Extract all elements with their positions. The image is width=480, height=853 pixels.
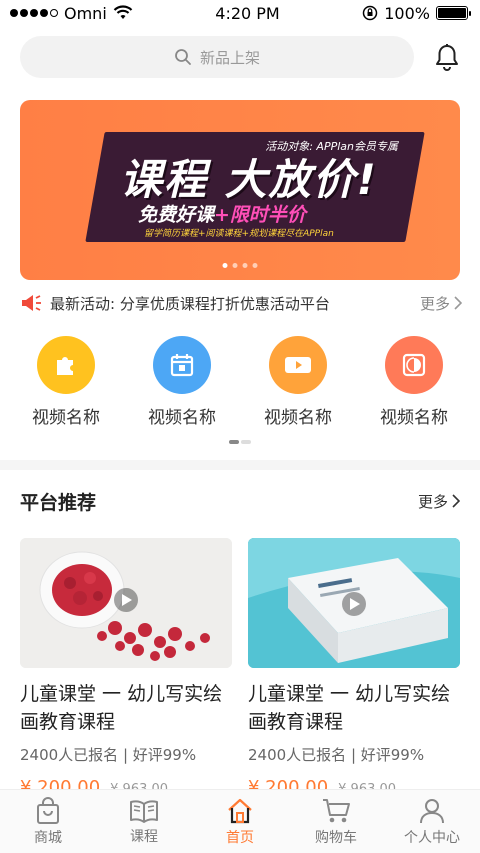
home-icon bbox=[228, 798, 252, 823]
megaphone-icon bbox=[20, 294, 42, 312]
wifi-icon bbox=[113, 5, 133, 19]
cart-icon bbox=[323, 798, 350, 822]
tab-label: 商城 bbox=[34, 829, 62, 846]
tab-cart[interactable]: 购物车 bbox=[288, 790, 384, 853]
course-card[interactable]: 儿童课堂 一 幼儿写实绘画教育课程 2400人已报名 | 好评99% ¥ 200… bbox=[248, 538, 460, 798]
course-card[interactable]: 儿童课堂 一 幼儿写实绘画教育课程 2400人已报名 | 好评99% ¥ 200… bbox=[20, 538, 232, 798]
search-placeholder: 新品上架 bbox=[199, 48, 260, 67]
carrier-label: Omni bbox=[64, 3, 107, 23]
bell-icon bbox=[436, 44, 458, 71]
course-title: 儿童课堂 一 幼儿写实绘画教育课程 bbox=[20, 683, 223, 733]
banner-dot[interactable] bbox=[232, 263, 238, 268]
user-icon bbox=[420, 798, 444, 823]
category-item[interactable]: 视频名称 bbox=[246, 336, 350, 428]
course-title: 儿童课堂 一 幼儿写实绘画教育课程 bbox=[248, 683, 451, 733]
recommend-header: 平台推荐 更多 bbox=[0, 476, 480, 526]
orientation-lock-icon bbox=[362, 5, 378, 21]
indicator-inactive bbox=[241, 440, 251, 444]
category-grid: 视频名称 视频名称 视频名称 视频名称 bbox=[0, 326, 480, 428]
contrast-icon bbox=[385, 336, 443, 394]
recommend-more-link[interactable]: 更多 bbox=[418, 491, 460, 512]
banner-title: 课程 大放价! bbox=[120, 155, 378, 204]
banner-subtitle-part2: +限时半价 bbox=[214, 204, 306, 226]
notice-more-link[interactable]: 更多 bbox=[420, 293, 462, 314]
calendar-icon bbox=[153, 336, 211, 394]
tab-home[interactable]: 首页 bbox=[192, 790, 288, 853]
book-icon bbox=[130, 799, 158, 823]
category-label: 视频名称 bbox=[380, 408, 448, 428]
banner-detail: 留学简历课程+阅读课程+规划课程尽在APPlan bbox=[144, 229, 334, 239]
video-camera-icon bbox=[269, 336, 327, 394]
course-meta: 2400人已报名 | 好评99% bbox=[20, 746, 197, 764]
tab-bar: 商城 课程 首页 购物车 个人中心 bbox=[0, 789, 480, 853]
section-divider bbox=[0, 460, 480, 470]
shopping-bag-icon bbox=[37, 796, 59, 824]
recommend-title: 平台推荐 bbox=[20, 491, 97, 514]
banner-subtitle-part1: 免费好课 bbox=[138, 204, 215, 226]
category-item[interactable]: 视频名称 bbox=[14, 336, 118, 428]
chevron-right-icon bbox=[454, 296, 462, 310]
signal-icon bbox=[10, 9, 58, 17]
course-thumbnail[interactable] bbox=[20, 538, 232, 668]
course-meta: 2400人已报名 | 好评99% bbox=[248, 746, 425, 764]
puzzle-icon bbox=[37, 336, 95, 394]
status-left: Omni bbox=[10, 4, 133, 23]
status-bar: Omni 4:20 PM 100% bbox=[0, 0, 480, 26]
indicator-active bbox=[229, 440, 239, 444]
search-row: 新品上架 bbox=[0, 26, 480, 82]
status-time: 4:20 PM bbox=[215, 3, 280, 23]
category-label: 视频名称 bbox=[264, 408, 332, 428]
battery-percent: 100% bbox=[384, 3, 430, 23]
tab-mall[interactable]: 商城 bbox=[0, 790, 96, 853]
search-icon bbox=[175, 49, 191, 65]
product-box-image bbox=[248, 538, 460, 668]
banner-dot[interactable] bbox=[242, 263, 248, 268]
course-thumbnail[interactable] bbox=[248, 538, 460, 668]
banner-dot[interactable] bbox=[222, 263, 228, 268]
battery-icon bbox=[435, 6, 471, 20]
cranberries-image bbox=[20, 538, 232, 668]
search-input[interactable]: 新品上架 bbox=[20, 36, 414, 78]
chevron-right-icon bbox=[452, 494, 460, 508]
tab-label: 个人中心 bbox=[404, 829, 460, 846]
banner-subtitle: 免费好课+限时半价 bbox=[138, 200, 306, 227]
notice-text: 最新活动: 分享优质课程打折优惠活动平台 bbox=[50, 294, 330, 313]
recommend-more-label: 更多 bbox=[417, 492, 448, 511]
notice-more-label: 更多 bbox=[419, 294, 450, 313]
category-label: 视频名称 bbox=[32, 408, 100, 428]
banner-dot[interactable] bbox=[252, 263, 258, 268]
category-label: 视频名称 bbox=[148, 408, 216, 428]
banner-pagination bbox=[222, 263, 258, 268]
notice-bar[interactable]: 最新活动: 分享优质课程打折优惠活动平台 更多 bbox=[0, 280, 480, 326]
category-page-indicator bbox=[0, 440, 480, 444]
tab-label: 首页 bbox=[226, 829, 254, 846]
tab-courses[interactable]: 课程 bbox=[96, 790, 192, 853]
recommend-list: 儿童课堂 一 幼儿写实绘画教育课程 2400人已报名 | 好评99% ¥ 200… bbox=[0, 526, 480, 798]
promo-banner[interactable]: 活动对象: APPlan会员专属 课程 大放价! 免费好课+限时半价 留学简历课… bbox=[20, 100, 460, 280]
category-item[interactable]: 视频名称 bbox=[362, 336, 466, 428]
tab-label: 课程 bbox=[130, 828, 158, 845]
notification-button[interactable] bbox=[414, 43, 460, 71]
status-right: 100% bbox=[362, 3, 471, 23]
tab-label: 购物车 bbox=[315, 829, 357, 846]
tab-profile[interactable]: 个人中心 bbox=[384, 790, 480, 853]
category-item[interactable]: 视频名称 bbox=[130, 336, 234, 428]
